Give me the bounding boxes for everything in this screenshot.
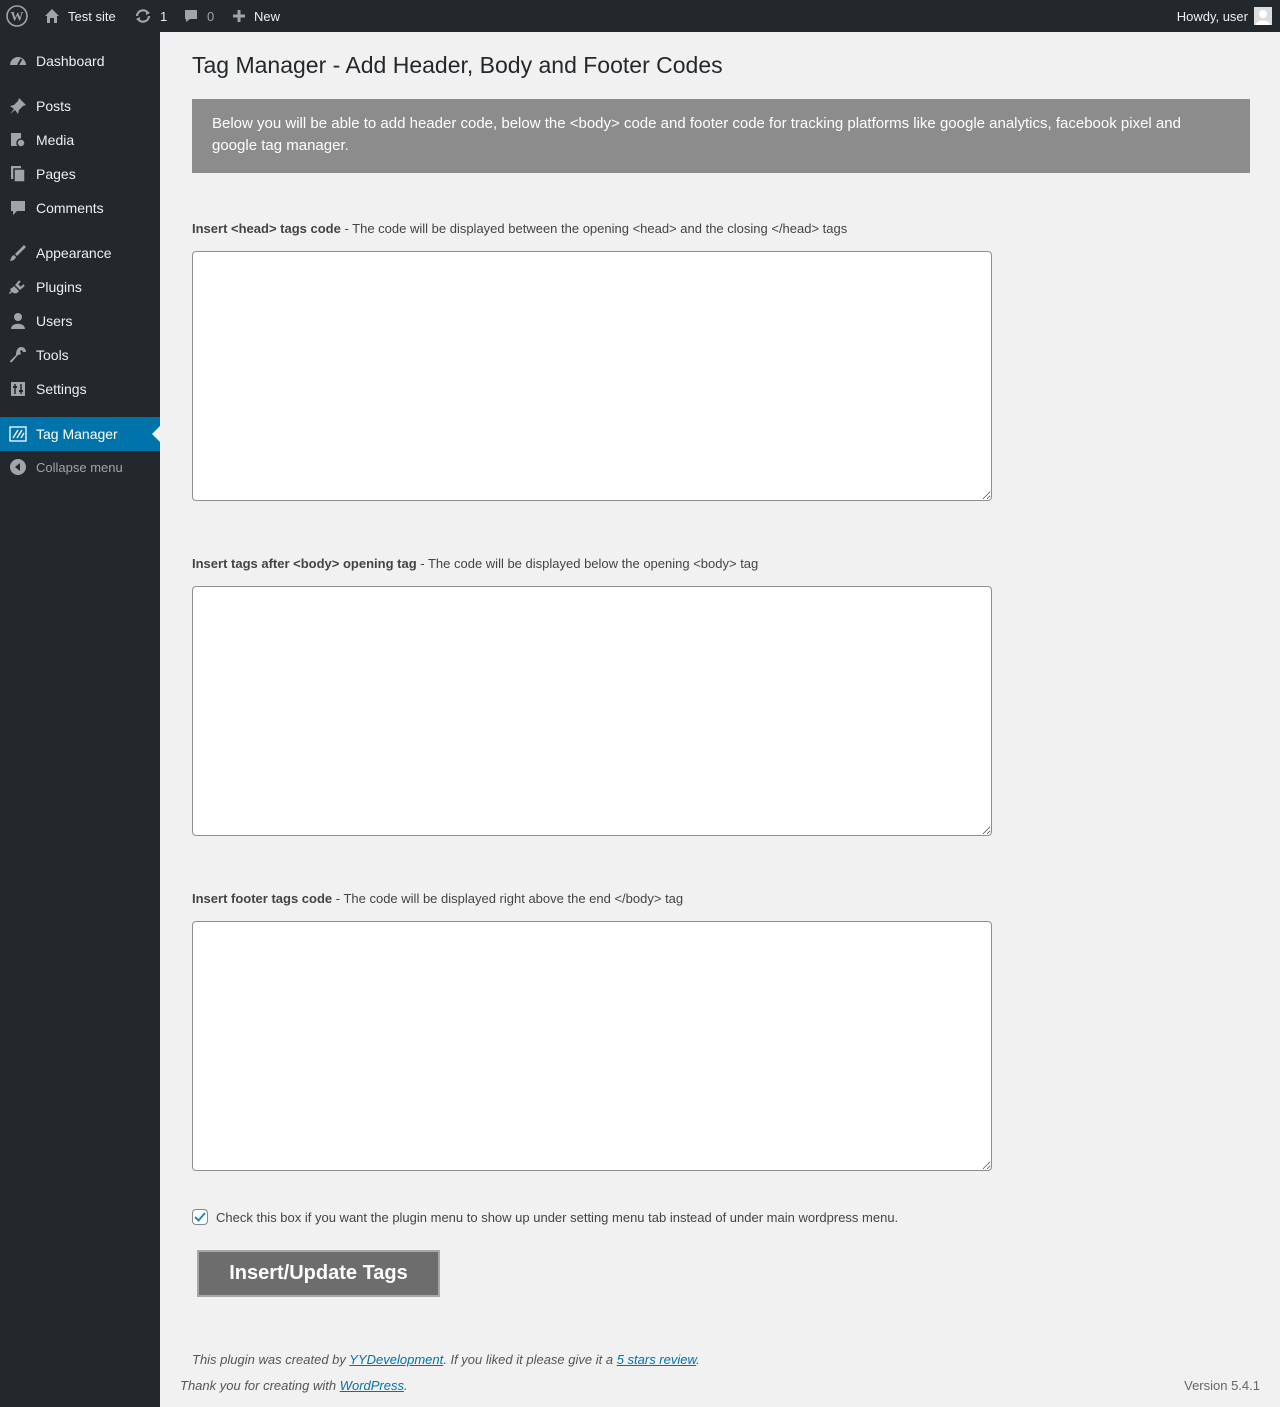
sidebar-item-tag-manager[interactable]: Tag Manager xyxy=(0,417,160,451)
sidebar-item-users[interactable]: Users xyxy=(0,304,160,338)
svg-text:W: W xyxy=(11,9,24,24)
pages-icon xyxy=(0,157,36,191)
credit-suffix: . xyxy=(696,1352,700,1367)
sidebar-item-label: Tools xyxy=(36,347,69,363)
new-content-link[interactable]: New xyxy=(231,0,280,32)
new-label: New xyxy=(254,8,281,24)
footer-code-label-desc: - The code will be displayed right above… xyxy=(332,891,684,906)
sidebar-item-dashboard[interactable]: Dashboard xyxy=(0,44,160,78)
sidebar-item-comments[interactable]: Comments xyxy=(0,191,160,225)
collapse-arrow-icon xyxy=(0,450,36,484)
head-code-label-desc: - The code will be displayed between the… xyxy=(340,221,848,236)
dashboard-icon xyxy=(0,44,36,78)
site-name-link[interactable]: Test site xyxy=(44,0,116,32)
media-icon xyxy=(0,123,36,157)
settings-menu-checkbox[interactable] xyxy=(192,1209,208,1225)
sidebar-item-settings[interactable]: Settings xyxy=(0,372,160,406)
sidebar-item-label: Dashboard xyxy=(36,53,105,69)
sidebar-item-media[interactable]: Media xyxy=(0,123,160,157)
review-link[interactable]: 5 stars review xyxy=(617,1352,696,1367)
body-code-label: Insert tags after <body> opening tag - T… xyxy=(192,555,758,573)
wrench-icon xyxy=(0,338,36,372)
plugin-credit: This plugin was created by YYDevelopment… xyxy=(192,1352,700,1367)
sidebar-item-label: Plugins xyxy=(36,279,82,295)
home-icon xyxy=(44,8,60,24)
sidebar-item-appearance[interactable]: Appearance xyxy=(0,236,160,270)
comment-icon xyxy=(0,191,36,225)
sidebar-item-pages[interactable]: Pages xyxy=(0,157,160,191)
user-account-link[interactable]: Howdy, user xyxy=(1177,0,1272,32)
collapse-menu-label: Collapse menu xyxy=(36,459,123,475)
site-name: Test site xyxy=(68,8,116,24)
greeting: Howdy, user xyxy=(1176,8,1248,24)
info-notice: Below you will be able to add header cod… xyxy=(192,99,1250,173)
settings-menu-checkbox-row: Check this box if you want the plugin me… xyxy=(192,1209,898,1225)
sidebar-item-posts[interactable]: Posts xyxy=(0,89,160,123)
body-code-label-bold: Insert tags after <body> opening tag xyxy=(192,556,417,571)
admin-sidebar: Dashboard Posts Media Pages Comments App… xyxy=(0,32,160,1407)
page-title: Tag Manager - Add Header, Body and Foote… xyxy=(192,52,723,78)
sidebar-item-label: Tag Manager xyxy=(36,426,118,442)
insert-update-tags-button[interactable]: Insert/Update Tags xyxy=(197,1250,440,1297)
sidebar-item-plugins[interactable]: Plugins xyxy=(0,270,160,304)
wordpress-logo-icon[interactable]: W xyxy=(6,0,28,32)
head-code-label: Insert <head> tags code - The code will … xyxy=(192,220,847,238)
sidebar-item-tools[interactable]: Tools xyxy=(0,338,160,372)
footer-code-label: Insert footer tags code - The code will … xyxy=(192,890,683,908)
updates-count: 1 xyxy=(160,8,168,24)
sidebar-item-label: Comments xyxy=(36,200,104,216)
updates-icon xyxy=(134,8,152,24)
version-text: Version 5.4.1 xyxy=(1184,1378,1260,1393)
sidebar-item-label: Pages xyxy=(36,166,76,182)
sidebar-item-label: Posts xyxy=(36,98,72,114)
plus-icon xyxy=(231,8,247,24)
credit-prefix: This plugin was created by xyxy=(192,1352,350,1367)
admin-bar: W Test site 1 0 New Howdy, user xyxy=(0,0,1280,32)
avatar xyxy=(1254,7,1272,25)
settings-menu-checkbox-label: Check this box if you want the plugin me… xyxy=(216,1209,899,1225)
checkmark-icon xyxy=(194,1212,206,1222)
head-code-textarea[interactable] xyxy=(192,251,992,501)
plug-icon xyxy=(0,270,36,304)
pin-icon xyxy=(0,89,36,123)
thanks-suffix: . xyxy=(404,1378,408,1393)
footer-thanks: Thank you for creating with WordPress. xyxy=(180,1378,408,1393)
collapse-menu-button[interactable]: Collapse menu xyxy=(0,450,160,484)
sidebar-item-label: Users xyxy=(36,313,73,329)
sidebar-item-label: Settings xyxy=(36,381,87,397)
credit-middle: . If you liked it please give it a xyxy=(443,1352,617,1367)
updates-link[interactable]: 1 xyxy=(134,0,167,32)
yydevelopment-link[interactable]: YYDevelopment xyxy=(349,1352,443,1367)
footer-code-textarea[interactable] xyxy=(192,921,992,1171)
body-code-textarea[interactable] xyxy=(192,586,992,836)
thanks-prefix: Thank you for creating with xyxy=(180,1378,340,1393)
tag-manager-icon xyxy=(0,417,36,451)
comments-link[interactable]: 0 xyxy=(183,0,214,32)
comment-bubble-icon xyxy=(183,8,199,24)
user-icon xyxy=(0,304,36,338)
body-code-label-desc: - The code will be displayed below the o… xyxy=(416,556,759,571)
head-code-label-bold: Insert <head> tags code xyxy=(192,221,341,236)
footer-code-label-bold: Insert footer tags code xyxy=(192,891,333,906)
brush-icon xyxy=(0,236,36,270)
sidebar-item-label: Media xyxy=(36,132,75,148)
sidebar-item-label: Appearance xyxy=(36,245,112,261)
comments-count: 0 xyxy=(207,8,215,24)
sliders-icon xyxy=(0,372,36,406)
wordpress-link[interactable]: WordPress xyxy=(340,1378,404,1393)
